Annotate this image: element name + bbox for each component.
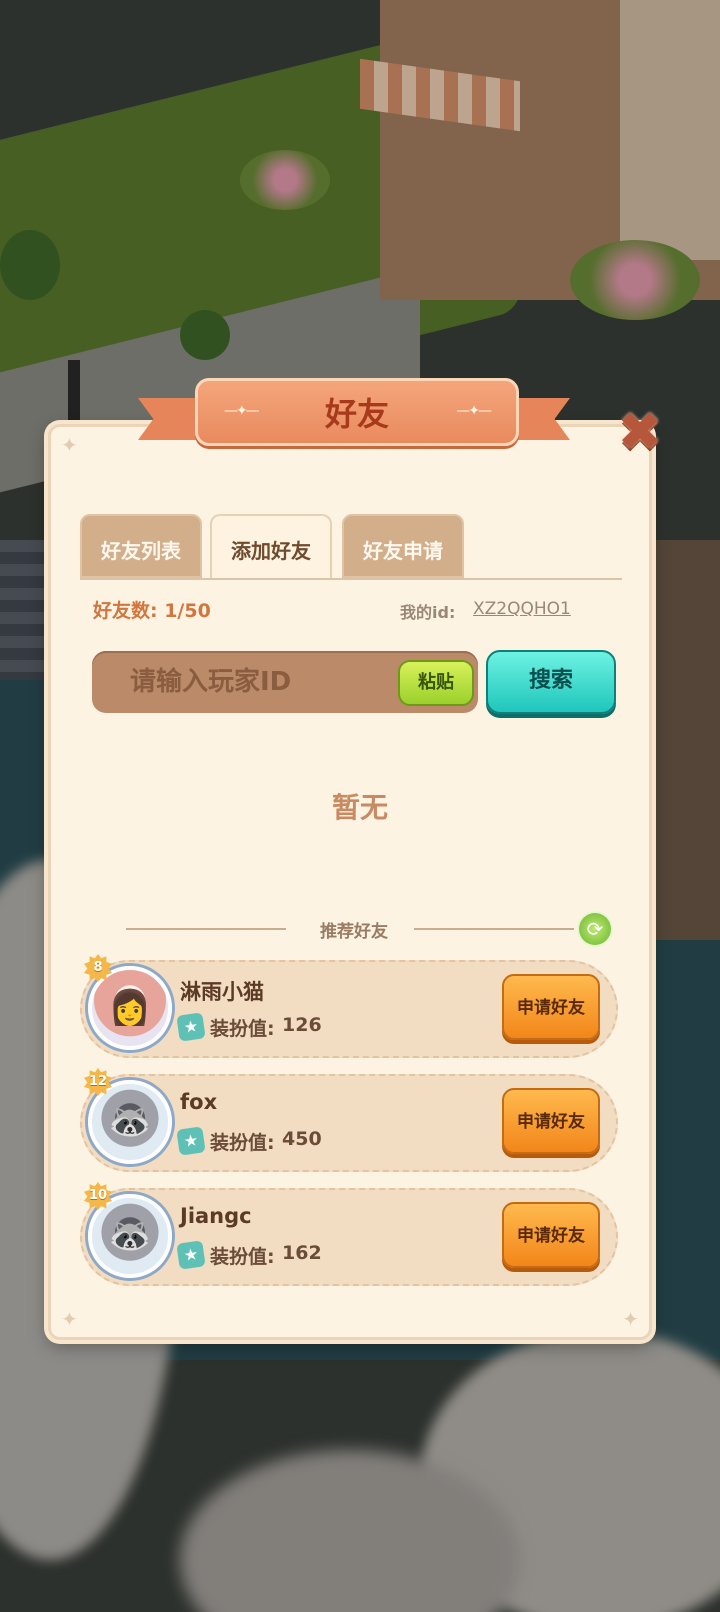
deco-value: 162	[282, 1242, 322, 1264]
tab-add-friend[interactable]: 添加好友	[210, 514, 332, 580]
girl-avatar-icon: 👩	[108, 988, 152, 1028]
raccoon-avatar-icon: 🦝	[108, 1102, 152, 1142]
recommend-row: 👩 8 淋雨小猫 ★ 装扮值: 126 申请好友	[80, 954, 618, 1058]
player-id-input[interactable]	[128, 661, 392, 703]
player-name: fox	[180, 1090, 218, 1114]
tab-friend-list[interactable]: 好友列表	[80, 514, 202, 578]
corner-ornament-icon: ✦	[61, 433, 78, 457]
tab-friend-requests[interactable]: 好友申请	[342, 514, 464, 578]
search-button[interactable]: 搜索	[486, 650, 616, 714]
tab-divider	[80, 578, 622, 580]
deco-value: 450	[282, 1128, 322, 1150]
recommend-title: 推荐好友	[320, 922, 388, 942]
star-hand-icon: ★	[176, 1126, 206, 1156]
title-banner: —✦— 好友 —✦—	[195, 378, 519, 446]
deco-label: 装扮值:	[210, 1132, 275, 1154]
deco-value: 126	[282, 1014, 322, 1036]
player-name: Jiangc	[180, 1204, 252, 1228]
close-icon[interactable]: ✖	[612, 404, 668, 460]
star-hand-icon: ★	[176, 1240, 206, 1270]
my-id-value[interactable]: XZ2QQHO1	[473, 599, 571, 619]
deco-label: 装扮值:	[210, 1018, 275, 1040]
apply-friend-button[interactable]: 申请好友	[502, 1202, 600, 1268]
apply-friend-button[interactable]: 申请好友	[502, 1088, 600, 1154]
refresh-icon[interactable]: ⟳	[579, 913, 611, 945]
recommend-row: 🦝 10 Jiangc ★ 装扮值: 162 申请好友	[80, 1182, 618, 1286]
corner-ornament-icon: ✦	[622, 1307, 639, 1331]
raccoon-avatar-icon: 🦝	[108, 1216, 152, 1256]
paste-button[interactable]: 粘贴	[398, 660, 474, 706]
star-hand-icon: ★	[176, 1012, 206, 1042]
sparkle-icon: —✦—	[456, 403, 492, 419]
corner-ornament-icon: ✦	[61, 1307, 78, 1331]
my-id-label: 我的id:	[400, 603, 456, 622]
divider-line	[126, 928, 286, 930]
deco-label: 装扮值:	[210, 1246, 275, 1268]
divider-line	[414, 928, 574, 930]
player-name: 淋雨小猫	[180, 980, 264, 1004]
recommend-row: 🦝 12 fox ★ 装扮值: 450 申请好友	[80, 1068, 618, 1172]
friend-count: 好友数: 1/50	[93, 600, 211, 622]
apply-friend-button[interactable]: 申请好友	[502, 974, 600, 1040]
empty-state-text: 暂无	[331, 791, 388, 824]
